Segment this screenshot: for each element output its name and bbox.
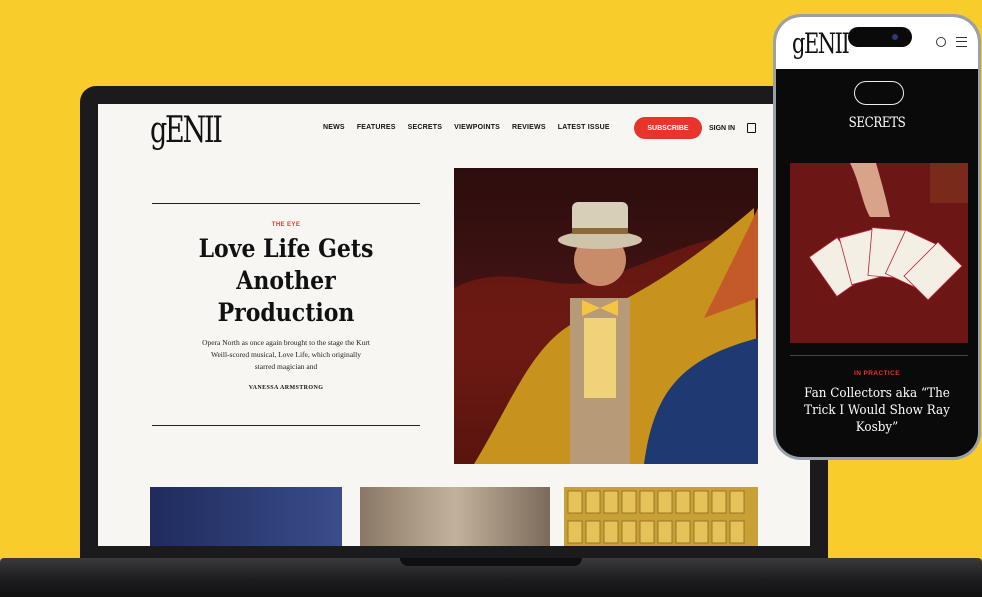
section-title: SECRETS <box>848 115 906 131</box>
phone-header: gENII <box>776 17 978 69</box>
card-grid-illustration <box>567 490 745 544</box>
thumb-article-2[interactable] <box>360 487 550 546</box>
nav-features[interactable]: FEATURES <box>357 124 396 131</box>
bookmark-icon[interactable] <box>747 123 756 133</box>
thumb-article-3[interactable] <box>564 487 758 546</box>
signin-link[interactable]: SIGN IN <box>709 125 735 132</box>
nav-news[interactable]: NEWS <box>323 124 345 131</box>
nav-latest-issue[interactable]: LATEST ISSUE <box>558 124 610 131</box>
thumb-article-1[interactable] <box>150 487 342 546</box>
hero-dek: Opera North as once again brought to the… <box>202 338 370 371</box>
phone: gENII SECRETS IN PRACTICE Fan Collectors… <box>773 14 981 460</box>
dynamic-island <box>848 27 912 47</box>
laptop-notch <box>400 558 582 566</box>
menu-icon[interactable] <box>956 37 967 47</box>
hero-photo-illustration <box>454 202 758 464</box>
hero-text: THE EYE Love Life Gets Another Productio… <box>152 222 420 391</box>
nav-secrets[interactable]: SECRETS <box>408 124 442 131</box>
hero-headline[interactable]: Love Life Gets Another Production <box>168 233 404 329</box>
nav-viewpoints[interactable]: VIEWPOINTS <box>454 124 500 131</box>
phone-headline[interactable]: Fan Collectors aka “The Trick I Would Sh… <box>802 385 951 436</box>
hero-byline[interactable]: VANESSA ARMSTRONG <box>152 385 420 391</box>
subscribe-button[interactable]: SUBSCRIBE <box>634 117 702 139</box>
hero-rule-bottom <box>152 425 420 426</box>
search-icon[interactable] <box>936 37 946 47</box>
secrets-badge-icon <box>854 81 904 105</box>
phone-rule <box>790 355 968 356</box>
hero-rule-top <box>152 203 420 204</box>
phone-photo[interactable] <box>790 163 968 343</box>
cards-fan-illustration <box>808 163 968 301</box>
camera-dot-icon <box>892 34 898 40</box>
site-header: gENII NEWS FEATURES SECRETS VIEWPOINTS R… <box>98 104 810 156</box>
laptop-screen: gENII NEWS FEATURES SECRETS VIEWPOINTS R… <box>98 104 810 546</box>
phone-kicker[interactable]: IN PRACTICE <box>776 370 978 377</box>
site-logo[interactable]: gENII <box>150 110 223 151</box>
hero-kicker[interactable]: THE EYE <box>152 222 420 228</box>
hero-photo[interactable] <box>454 168 758 464</box>
main-nav: NEWS FEATURES SECRETS VIEWPOINTS REVIEWS… <box>323 124 610 131</box>
phone-logo[interactable]: gENII <box>792 27 850 60</box>
nav-reviews[interactable]: REVIEWS <box>512 124 546 131</box>
